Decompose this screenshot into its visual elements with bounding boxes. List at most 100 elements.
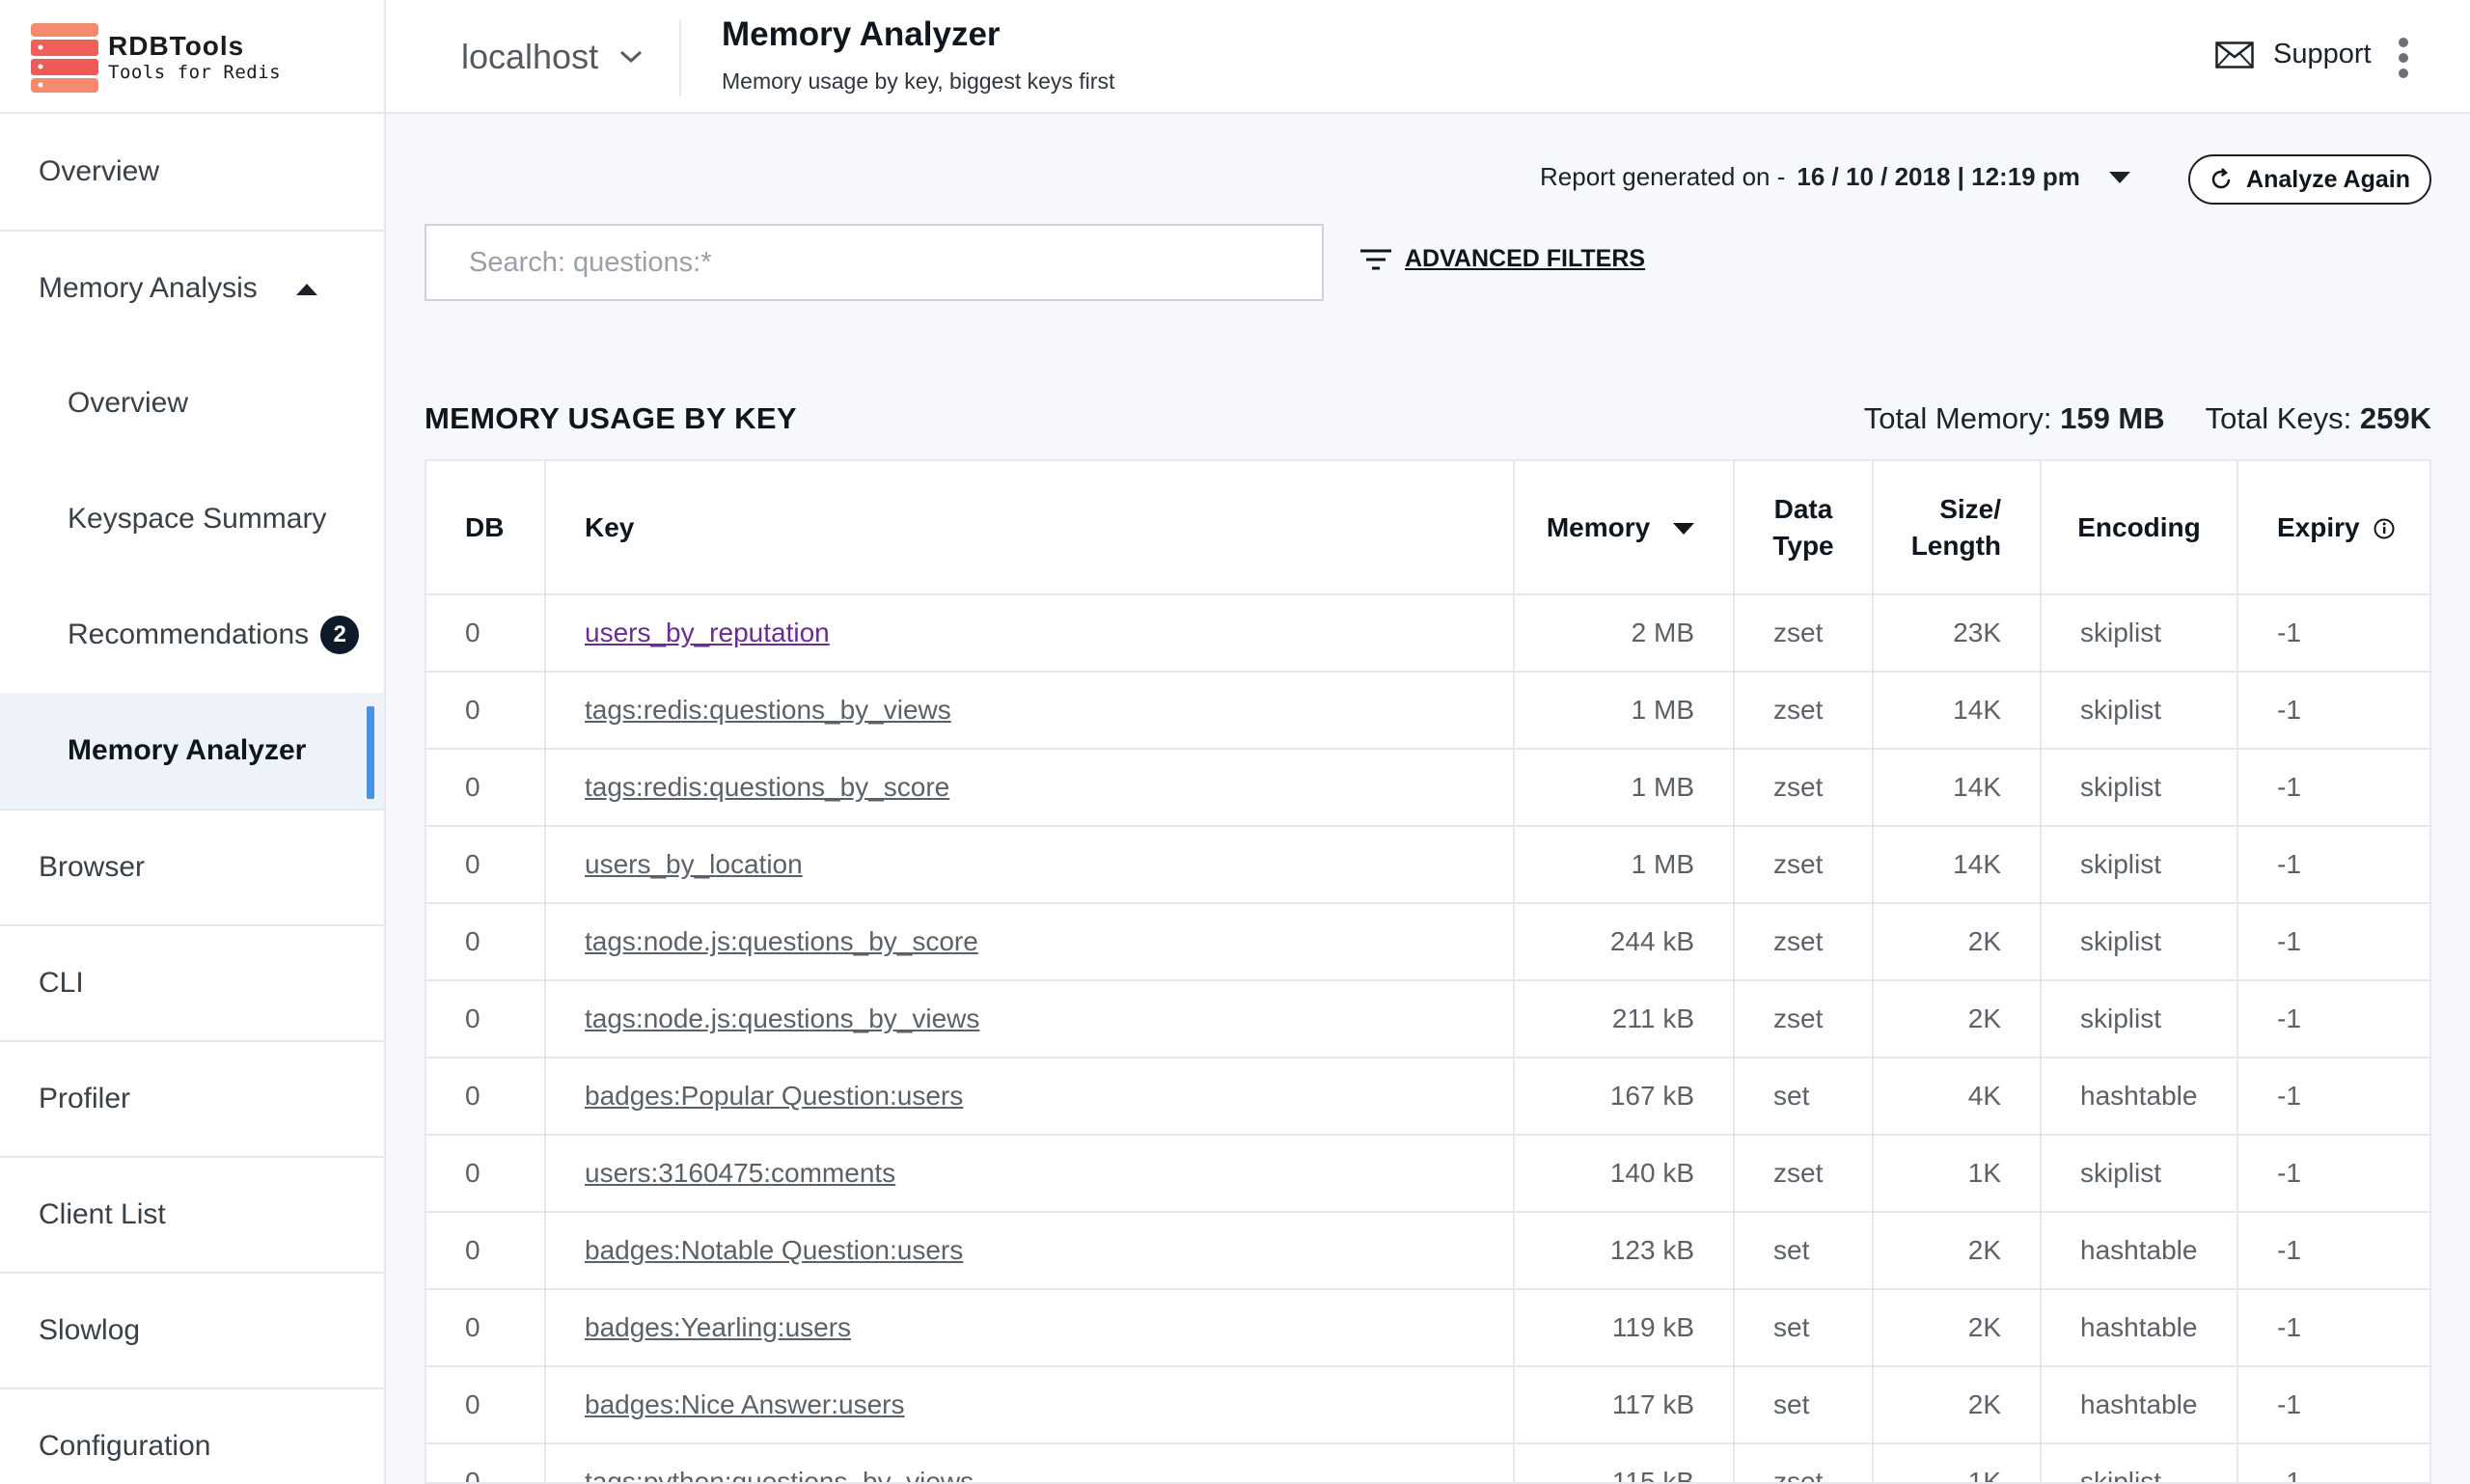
table-row[interactable]: 0 tags:node.js:questions_by_views 211 kB zs…	[426, 980, 2429, 1058]
total-keys: Total Keys: 259K	[2206, 401, 2431, 436]
filter-icon	[1360, 249, 1391, 269]
key-link[interactable]: badges:Nice Answer:users	[585, 1389, 905, 1419]
sidebar-group-memory-analysis: Memory Analysis Overview Keyspace Summar…	[0, 232, 384, 811]
cell-encoding: hashtable	[2041, 1058, 2238, 1136]
table-row[interactable]: 0 badges:Yearling:users 119 kB set 2K hashtab…	[426, 1289, 2429, 1367]
table-row[interactable]: 0 tags:redis:questions_by_score 1 MB zset 14…	[426, 749, 2429, 827]
host-selector[interactable]: localhost	[461, 37, 643, 77]
table-row[interactable]: 0 tags:node.js:questions_by_score 244 kB zs…	[426, 903, 2429, 981]
column-header-key: Key	[545, 461, 1515, 595]
cell-expiry: -1	[2237, 826, 2429, 904]
sidebar-item-cli[interactable]: CLI	[0, 926, 384, 1042]
report-date-value: 16 / 10 / 2018 | 12:19 pm	[1797, 162, 2080, 191]
column-header-memory[interactable]: Memory	[1514, 461, 1735, 595]
sidebar-item-label: Recommendations	[68, 618, 310, 650]
cell-data-type: zset	[1734, 594, 1874, 673]
cell-encoding: hashtable	[2041, 1366, 2238, 1444]
advanced-filters-link[interactable]: ADVANCED FILTERS	[1360, 245, 1645, 273]
table-header-row: DB Key Memory Data Type Size/Length Encod…	[426, 461, 2429, 595]
analyze-again-button[interactable]: Analyze Again	[2188, 154, 2431, 205]
info-icon[interactable]	[2373, 517, 2396, 540]
cell-key: badges:Yearling:users	[545, 1289, 1515, 1367]
cell-data-type: zset	[1734, 903, 1874, 981]
total-memory: Total Memory: 159 MB	[1864, 401, 2165, 436]
sidebar-item-label: Profiler	[39, 1083, 131, 1114]
logo-subtitle: Tools for Redis	[108, 62, 282, 83]
sidebar-item-label: Browser	[39, 851, 146, 883]
cell-encoding: skiplist	[2041, 672, 2238, 750]
sidebar-item-profiler[interactable]: Profiler	[0, 1042, 384, 1158]
cell-data-type: zset	[1734, 749, 1874, 827]
sidebar-subitem-recommendations[interactable]: Recommendations 2	[0, 577, 384, 693]
key-link[interactable]: users_by_reputation	[585, 618, 830, 647]
cell-db: 0	[426, 826, 546, 904]
sidebar-item-label: Client List	[39, 1198, 166, 1230]
table-row[interactable]: 0 badges:Popular Question:users 167 kB set 4…	[426, 1058, 2429, 1136]
cell-encoding: skiplist	[2041, 1443, 2238, 1482]
key-link[interactable]: tags:redis:questions_by_score	[585, 772, 949, 802]
cell-size: 1K	[1873, 1443, 2042, 1482]
key-link[interactable]: tags:node.js:questions_by_score	[585, 926, 978, 956]
logo-title: RDBTools	[108, 31, 245, 61]
key-link[interactable]: users:3160475:comments	[585, 1158, 895, 1188]
header-label: Encoding	[2077, 511, 2201, 542]
cell-memory: 1 MB	[1514, 826, 1735, 904]
key-link[interactable]: badges:Notable Question:users	[585, 1235, 963, 1265]
report-date[interactable]: Report generated on - 16 / 10 / 2018 | 1…	[1540, 162, 2130, 192]
key-link[interactable]: tags:node.js:questions_by_views	[585, 1003, 979, 1033]
cell-db: 0	[426, 1366, 546, 1444]
sidebar-subitem-overview[interactable]: Overview	[0, 345, 384, 461]
cell-size: 2K	[1873, 903, 2042, 981]
sidebar-subitem-memory-analyzer[interactable]: Memory Analyzer	[0, 693, 384, 809]
sidebar-item-configuration[interactable]: Configuration	[0, 1389, 384, 1484]
support-label: Support	[2273, 39, 2372, 69]
table-row[interactable]: 0 tags:python:questions_by_views 115 kB zse…	[426, 1443, 2429, 1482]
cell-expiry: -1	[2237, 1366, 2429, 1444]
envelope-icon	[2215, 41, 2254, 69]
cell-key: badges:Nice Answer:users	[545, 1366, 1515, 1444]
cell-db: 0	[426, 903, 546, 981]
sidebar-item-client-list[interactable]: Client List	[0, 1158, 384, 1274]
page-subtitle: Memory usage by key, biggest keys first	[722, 69, 1115, 94]
app-header: RDBTools Tools for Redis localhost Memor…	[0, 0, 2470, 114]
cell-db: 0	[426, 980, 546, 1058]
sidebar-item-label: Slowlog	[39, 1314, 141, 1346]
support-link[interactable]: Support	[2215, 39, 2372, 70]
column-header-expiry: Expiry	[2237, 461, 2429, 595]
section-title: MEMORY USAGE BY KEY	[425, 401, 797, 435]
header-label: Data	[1773, 493, 1833, 524]
sidebar-item-browser[interactable]: Browser	[0, 811, 384, 926]
table-row[interactable]: 0 tags:redis:questions_by_views 1 MB zset 14…	[426, 672, 2429, 750]
key-link[interactable]: badges:Yearling:users	[585, 1312, 851, 1342]
column-header-size: Size/Length	[1873, 461, 2042, 595]
sidebar-item-label: CLI	[39, 967, 84, 999]
key-link[interactable]: users_by_location	[585, 849, 803, 879]
cell-expiry: -1	[2237, 749, 2429, 827]
recommendations-count-badge: 2	[320, 616, 360, 654]
table-row[interactable]: 0 users_by_location 1 MB zset 14K skiplist -1	[426, 826, 2429, 904]
cell-data-type: zset	[1734, 672, 1874, 750]
key-link[interactable]: tags:python:questions_by_views	[585, 1467, 974, 1482]
search-input[interactable]	[425, 224, 1324, 301]
header-divider	[679, 19, 681, 96]
sidebar-item-memory-analysis[interactable]: Memory Analysis	[0, 232, 384, 345]
table-row[interactable]: 0 users_by_reputation 2 MB zset 23K skiplist -…	[426, 594, 2429, 673]
key-link[interactable]: badges:Popular Question:users	[585, 1081, 963, 1111]
table-row[interactable]: 0 badges:Nice Answer:users 117 kB set 2K hash…	[426, 1366, 2429, 1444]
sidebar-item-label: Keyspace Summary	[68, 503, 327, 535]
more-options-icon[interactable]	[2397, 37, 2410, 79]
logo[interactable]: RDBTools Tools for Redis	[0, 0, 386, 114]
sidebar-item-overview[interactable]: Overview	[0, 114, 384, 232]
key-link[interactable]: tags:redis:questions_by_views	[585, 695, 951, 725]
memory-table: DB Key Memory Data Type Size/Length Encod…	[425, 459, 2431, 1484]
table-row[interactable]: 0 badges:Notable Question:users 123 kB set 2…	[426, 1212, 2429, 1290]
sidebar-item-label: Overview	[39, 155, 160, 187]
cell-memory: 119 kB	[1514, 1289, 1735, 1367]
cell-key: badges:Notable Question:users	[545, 1212, 1515, 1290]
sidebar-item-slowlog[interactable]: Slowlog	[0, 1274, 384, 1389]
cell-key: tags:python:questions_by_views	[545, 1443, 1515, 1482]
totals-summary: Total Memory: 159 MB Total Keys: 259K	[1864, 401, 2431, 436]
table-row[interactable]: 0 users:3160475:comments 140 kB zset 1K skipl…	[426, 1135, 2429, 1213]
cell-data-type: set	[1734, 1058, 1874, 1136]
sidebar-subitem-keyspace-summary[interactable]: Keyspace Summary	[0, 461, 384, 577]
